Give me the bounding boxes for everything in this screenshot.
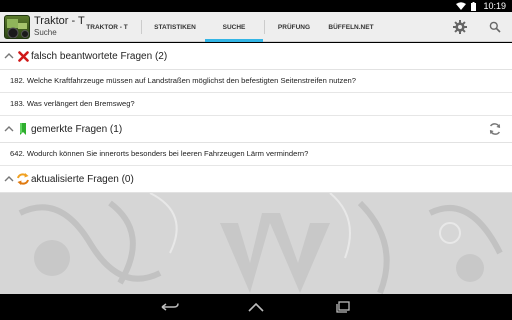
group-header-bookmarked[interactable]: gemerkte Fragen (1) xyxy=(0,116,512,143)
refresh-arrows-icon xyxy=(17,173,29,185)
tab-label: BÜFFELN.NET xyxy=(328,23,374,31)
chevron-up-icon xyxy=(4,176,14,182)
app-subtitle: Suche xyxy=(34,28,57,37)
action-bar: Traktor - T Suche TRAKTOR - T STATISTIKE… xyxy=(0,12,512,42)
back-icon[interactable] xyxy=(159,299,181,315)
group-label: gemerkte Fragen (1) xyxy=(31,124,123,135)
group-header-wrong-answers[interactable]: falsch beantwortete Fragen (2) xyxy=(0,43,512,70)
tab-pruefung[interactable]: PRÜFUNG xyxy=(265,12,323,42)
tractor-app-icon[interactable] xyxy=(4,15,30,39)
status-icons: 10:19 xyxy=(456,0,506,12)
wifi-icon xyxy=(456,2,467,10)
content-area: falsch beantwortete Fragen (2) 182. Welc… xyxy=(0,43,512,294)
status-bar: 10:19 xyxy=(0,0,512,12)
chevron-up-icon xyxy=(4,126,14,132)
question-text: 183. Was verlängert den Bremsweg? xyxy=(10,99,135,108)
navigation-bar xyxy=(0,294,512,320)
tab-traktor[interactable]: TRAKTOR - T xyxy=(78,12,136,42)
bookmark-icon xyxy=(17,123,29,135)
status-time: 10:19 xyxy=(483,1,506,11)
tab-label: STATISTIKEN xyxy=(154,23,196,31)
tab-divider xyxy=(141,20,142,34)
settings-icon[interactable] xyxy=(452,19,468,35)
list-item[interactable]: 642. Wodurch können Sie innerorts besond… xyxy=(0,143,512,166)
red-x-icon xyxy=(17,50,29,62)
list-item[interactable]: 182. Welche Kraftfahrzeuge müssen auf La… xyxy=(0,70,512,93)
tab-suche[interactable]: SUCHE xyxy=(205,12,263,42)
question-text: 182. Welche Kraftfahrzeuge müssen auf La… xyxy=(10,76,357,85)
tab-bueffeln[interactable]: BÜFFELN.NET xyxy=(322,12,380,42)
question-text: 642. Wodurch können Sie innerorts besond… xyxy=(10,149,309,158)
home-icon[interactable] xyxy=(245,299,267,315)
group-label: falsch beantwortete Fragen (2) xyxy=(31,51,168,62)
tab-label: TRAKTOR - T xyxy=(86,23,128,31)
group-header-updated[interactable]: aktualisierte Fragen (0) xyxy=(0,166,512,193)
search-icon[interactable] xyxy=(487,19,503,35)
tab-label: PRÜFUNG xyxy=(277,23,311,31)
tab-statistiken[interactable]: STATISTIKEN xyxy=(146,12,204,42)
chevron-up-icon xyxy=(4,53,14,59)
question-list: falsch beantwortete Fragen (2) 182. Welc… xyxy=(0,43,512,193)
battery-icon xyxy=(471,1,477,11)
tab-label: SUCHE xyxy=(222,23,246,31)
group-label: aktualisierte Fragen (0) xyxy=(31,174,134,185)
recent-apps-icon[interactable] xyxy=(331,299,353,315)
refresh-icon[interactable] xyxy=(488,122,502,136)
list-item[interactable]: 183. Was verlängert den Bremsweg? xyxy=(0,93,512,116)
